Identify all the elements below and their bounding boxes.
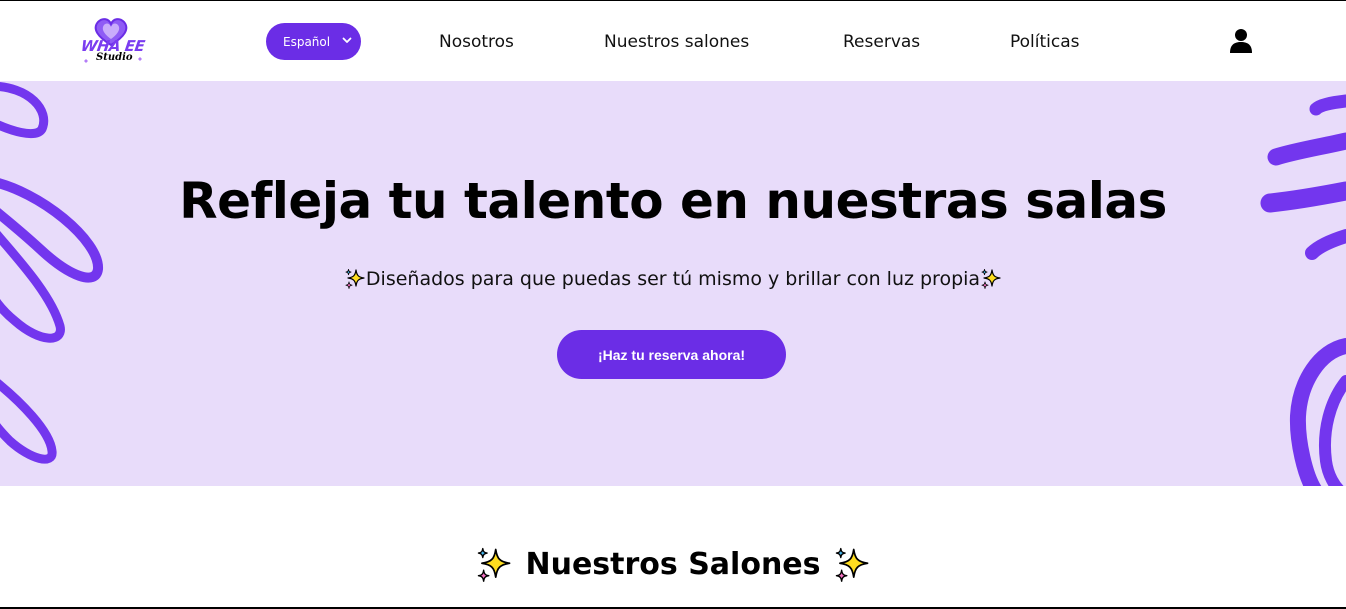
user-icon[interactable] [1229,28,1253,54]
nav-link-nosotros[interactable]: Nosotros [439,31,514,53]
sparkles-icon [345,269,365,289]
hero-subtitle-text: Diseñados para que puedas ser tú mismo y… [365,268,981,290]
language-select[interactable]: Español [266,23,361,60]
reserve-now-button[interactable]: ¡Haz tu reserva ahora! [557,330,786,379]
section-title-text: Nuestros Salones [525,547,821,582]
salones-section-title: Nuestros Salones [0,543,1346,587]
nav-link-nuestros-salones[interactable]: Nuestros salones [604,31,749,53]
hero-subtitle-row: Diseñados para que puedas ser tú mismo y… [0,266,1346,292]
brand-logo[interactable]: WHA EE Studio [78,15,148,67]
language-select-value: Español [283,34,331,49]
chevron-down-icon [342,37,352,43]
nav-link-politicas[interactable]: Políticas [1010,31,1080,53]
hero-banner: Refleja tu talento en nuestras salas Dis… [0,81,1346,486]
hero-title: Refleja tu talento en nuestras salas [179,172,1167,230]
sparkles-icon [478,547,511,582]
navbar: WHA EE Studio Español Nosotros Nuestros … [0,1,1346,81]
nav-link-reservas[interactable]: Reservas [843,31,920,53]
sparkles-icon [835,547,868,582]
sparkles-icon [981,269,1001,289]
logo-subtitle: Studio [96,52,133,63]
